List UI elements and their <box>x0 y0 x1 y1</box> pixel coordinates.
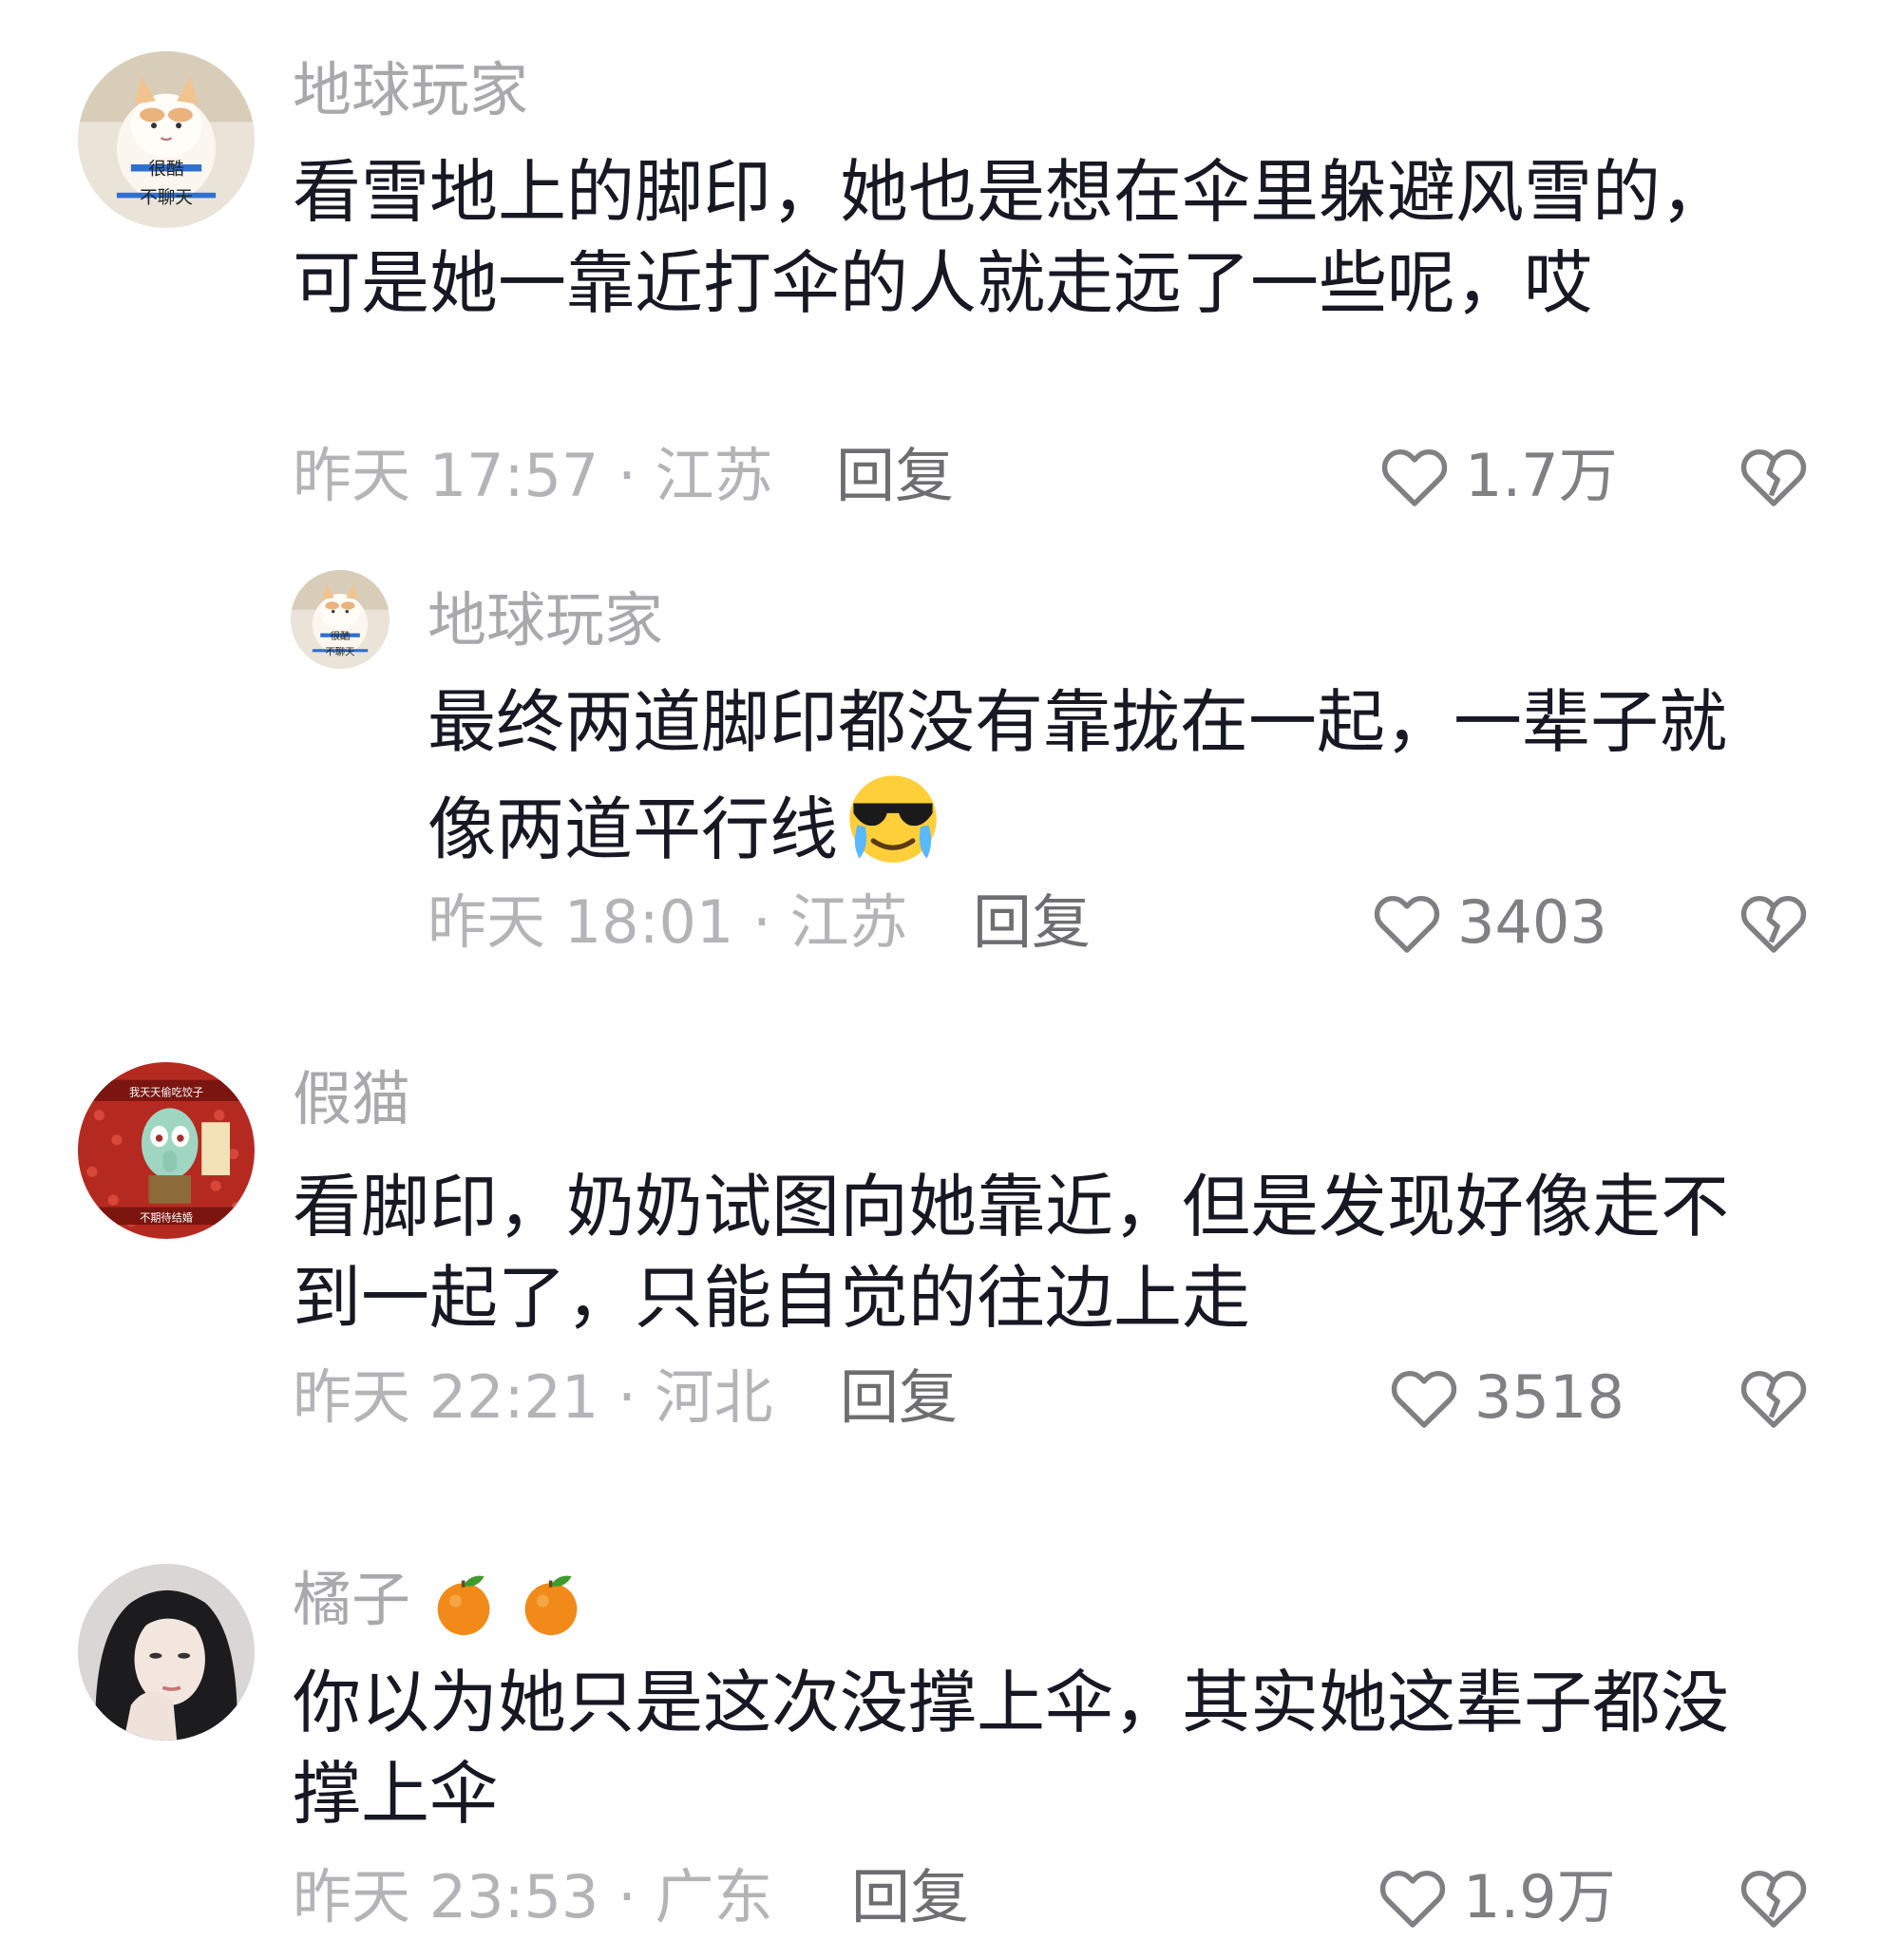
comment-meta: 昨天 17:57 · 江苏 <box>293 441 773 510</box>
cool-crying-face-icon <box>849 775 937 863</box>
squidward-avatar-image: 我天天偷吃饺子 不期待结婚 <box>78 1062 255 1239</box>
avatar-caption: 很酷 <box>331 630 351 642</box>
avatar[interactable]: 我天天偷吃饺子 不期待结婚 <box>78 1062 255 1239</box>
tangerine-icon <box>524 1575 578 1636</box>
reply-button[interactable]: 回复 <box>840 1368 958 1427</box>
avatar-caption: 不聊天 <box>140 188 193 208</box>
comment-text: 看脚印，奶奶试图向她靠近，但是发现好像走不到一起了，只能自觉的往边上走 <box>293 1167 1730 1338</box>
cat-avatar-image: 很酷 不聊天 <box>291 570 390 669</box>
comment-text: 看雪地上的脚印，她也是想在伞里躲避风雪的，可是她一靠近打伞的人就走远了一些呢，哎 <box>293 152 1730 323</box>
comment-meta: 昨天 23:53 · 广东 <box>293 1862 773 1931</box>
username-text: 橘子 <box>293 1565 411 1635</box>
avatar-caption: 我天天偷吃饺子 <box>129 1085 203 1098</box>
reply-button[interactable]: 回复 <box>851 1868 969 1927</box>
heart-outline-icon <box>1379 1870 1446 1928</box>
broken-heart-icon[interactable] <box>1735 1858 1813 1936</box>
like-button[interactable]: 3518 <box>1385 1359 1624 1437</box>
like-button[interactable]: 1.7万 <box>1376 437 1618 515</box>
reply-button[interactable]: 回复 <box>836 447 954 505</box>
like-count: 3403 <box>1457 887 1607 957</box>
username[interactable]: 地球玩家 <box>293 61 528 120</box>
like-button[interactable]: 1.9万 <box>1374 1858 1616 1936</box>
reply-text: 最终两道脚印都没有靠拢在一起，一辈子就像两道平行线 <box>428 676 1758 875</box>
broken-heart-icon[interactable] <box>1735 437 1813 515</box>
comment-text: 你以为她只是这次没撑上伞，其实她这辈子都没撑上伞 <box>293 1663 1730 1834</box>
cat-avatar-image: 很酷 不聊天 <box>78 51 255 228</box>
avatar[interactable]: 很酷 不聊天 <box>291 570 390 669</box>
comment-meta: 昨天 18:01 · 江苏 <box>428 887 908 957</box>
avatar-caption: 不聊天 <box>325 645 355 657</box>
username[interactable]: 地球玩家 <box>428 591 663 650</box>
username[interactable]: 橘子 <box>293 1570 585 1638</box>
like-button[interactable]: 3403 <box>1368 884 1607 961</box>
reply-text-content: 最终两道脚印都没有靠拢在一起，一辈子就像两道平行线 <box>428 682 1728 869</box>
like-count: 1.9万 <box>1463 1862 1616 1931</box>
broken-heart-icon[interactable] <box>1735 884 1813 961</box>
like-count: 1.7万 <box>1465 441 1618 510</box>
avatar[interactable]: 很酷 不聊天 <box>78 51 255 228</box>
portrait-avatar-image <box>78 1564 255 1741</box>
heart-outline-icon <box>1374 895 1440 953</box>
comment-meta: 昨天 22:21 · 河北 <box>293 1362 773 1432</box>
username[interactable]: 假猫 <box>293 1070 410 1129</box>
avatar-caption: 很酷 <box>148 160 183 180</box>
broken-heart-icon[interactable] <box>1735 1359 1813 1437</box>
tangerine-icon <box>437 1575 490 1636</box>
like-count: 3518 <box>1474 1362 1624 1432</box>
reply-button[interactable]: 回复 <box>973 893 1091 952</box>
heart-outline-icon <box>1391 1370 1457 1428</box>
heart-outline-icon <box>1381 448 1448 506</box>
avatar[interactable] <box>78 1564 255 1741</box>
avatar-caption: 不期待结婚 <box>140 1210 193 1224</box>
